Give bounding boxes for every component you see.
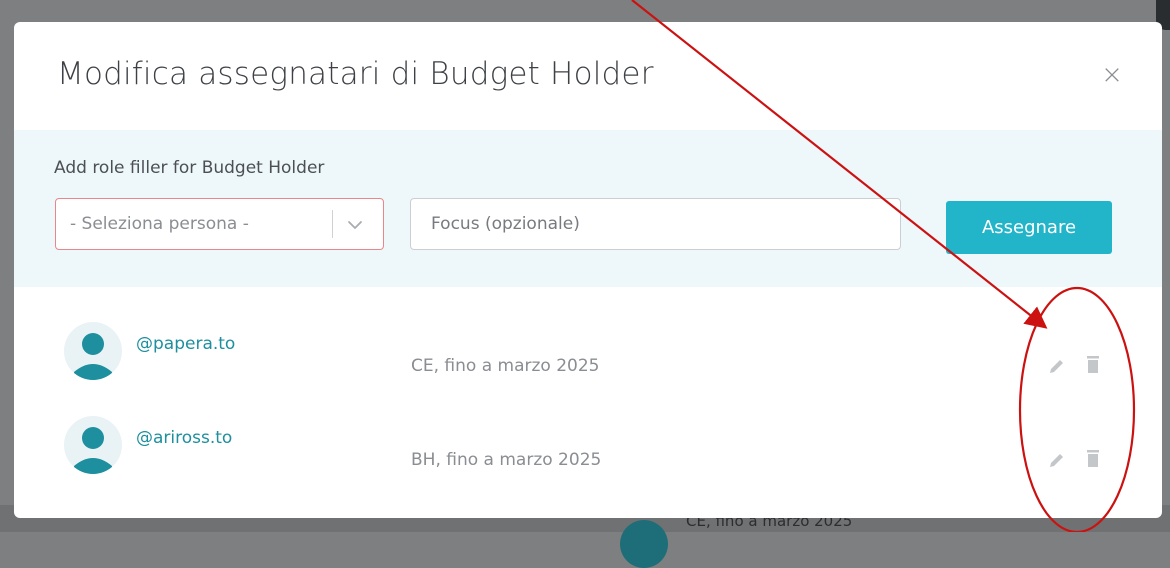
assign-button[interactable]: Assegnare bbox=[946, 201, 1112, 254]
pencil-icon[interactable] bbox=[1047, 450, 1067, 470]
person-select[interactable]: - Seleziona persona - bbox=[55, 198, 384, 250]
assignee-focus: BH, fino a marzo 2025 bbox=[411, 450, 602, 470]
close-button[interactable]: × bbox=[1095, 58, 1129, 92]
trash-icon[interactable] bbox=[1083, 448, 1103, 468]
pencil-icon[interactable] bbox=[1047, 356, 1067, 376]
trash-icon[interactable] bbox=[1083, 354, 1103, 374]
person-select-placeholder: - Seleziona persona - bbox=[70, 214, 249, 234]
assignee-handle-link[interactable]: @ariross.to bbox=[136, 428, 232, 448]
assignee-handle-link[interactable]: @papera.to bbox=[136, 334, 235, 354]
select-separator bbox=[332, 210, 333, 238]
assignee-row: @ariross.to BH, fino a marzo 2025 bbox=[14, 408, 1162, 488]
assignee-row: @papera.to CE, fino a marzo 2025 bbox=[14, 314, 1162, 394]
assign-form-label: Add role filler for Budget Holder bbox=[54, 158, 325, 178]
user-avatar-icon bbox=[64, 416, 122, 474]
background-avatar bbox=[620, 520, 668, 568]
chevron-down-icon[interactable] bbox=[345, 215, 365, 235]
modal-header: Modifica assegnatari di Budget Holder × bbox=[14, 22, 1162, 130]
close-icon: × bbox=[1101, 60, 1123, 90]
edit-assignees-modal: Modifica assegnatari di Budget Holder × … bbox=[14, 22, 1162, 518]
modal-title: Modifica assegnatari di Budget Holder bbox=[57, 56, 654, 92]
assignee-focus: CE, fino a marzo 2025 bbox=[411, 356, 600, 376]
focus-input[interactable] bbox=[410, 198, 901, 250]
assign-panel: Add role filler for Budget Holder - Sele… bbox=[14, 130, 1162, 287]
user-avatar-icon bbox=[64, 322, 122, 380]
